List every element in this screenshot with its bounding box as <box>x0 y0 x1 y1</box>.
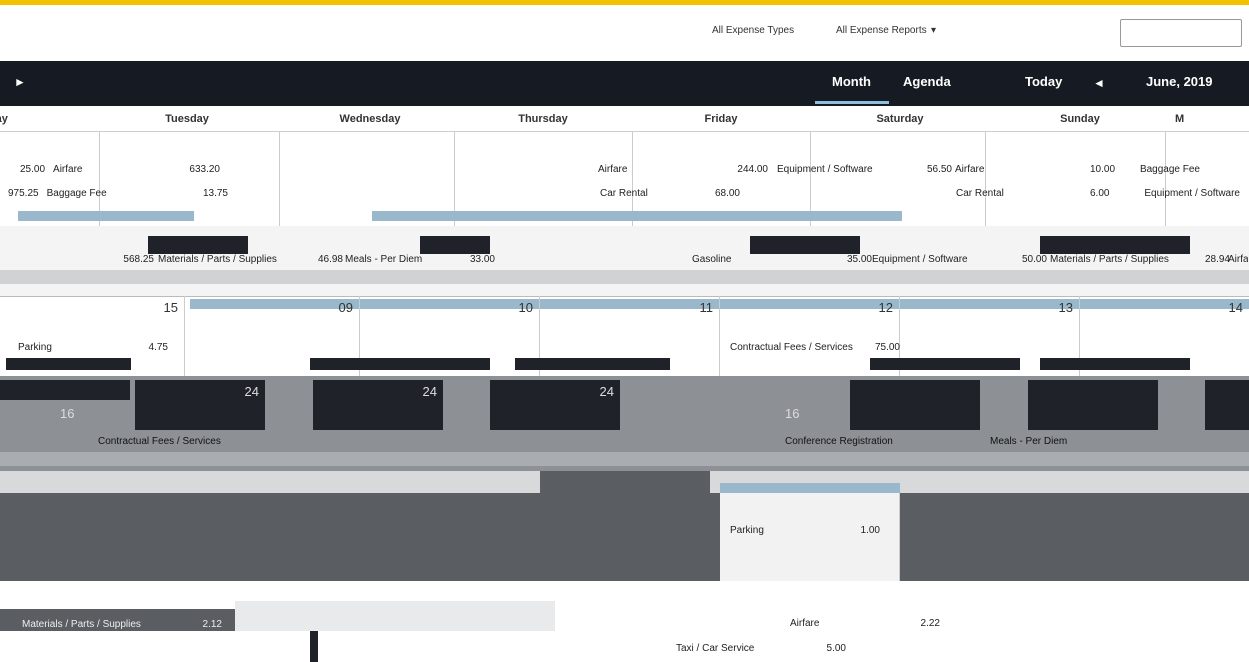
expense-event[interactable]: Parking 1.00 <box>730 525 880 539</box>
agenda-view-button[interactable]: Agenda <box>903 74 951 89</box>
expense-event[interactable]: 975.25 Baggage Fee 13.75 <box>8 188 228 202</box>
event-block[interactable] <box>420 236 490 254</box>
expense-event[interactable]: Materials / Parts / Supplies 46.98 <box>158 254 343 268</box>
expense-event[interactable]: 10.00 Baggage Fee <box>1090 164 1200 178</box>
event-block[interactable] <box>0 471 540 493</box>
event-block[interactable]: 24 <box>135 380 265 430</box>
event-span-bar[interactable] <box>372 211 902 221</box>
calendar-week-row: 568.25 Materials / Parts / Supplies 46.9… <box>0 226 1249 297</box>
chevron-down-icon[interactable]: ▾ <box>931 25 936 36</box>
event-block[interactable] <box>870 358 1020 370</box>
event-overflow-row[interactable] <box>0 270 1249 284</box>
expense-event[interactable]: Taxi / Car Service 5.00 <box>676 643 846 657</box>
event-block[interactable]: 24 <box>313 380 443 430</box>
weekday-label: Friday <box>704 113 738 125</box>
event-overflow-row[interactable] <box>0 452 1249 466</box>
expense-event[interactable]: Car Rental 68.00 <box>600 188 740 202</box>
calendar-day-cell[interactable] <box>986 131 1166 226</box>
expense-event[interactable]: Gasoline 35.00 <box>692 254 872 268</box>
event-span-bar[interactable] <box>18 211 194 221</box>
expense-report-filter[interactable]: All Expense Reports <box>836 25 927 36</box>
current-month-label: June, 2019 <box>1146 74 1213 89</box>
calendar-day-cell[interactable]: Parking 1.00 <box>720 483 900 581</box>
expense-event[interactable]: 25.00 Airfare 633.20 <box>20 164 220 178</box>
expense-event[interactable]: Airfa <box>1228 254 1248 268</box>
expense-event[interactable]: Contractual Fees / Services <box>98 436 298 450</box>
weekday-label: Saturday <box>876 113 924 125</box>
chevron-right-icon[interactable]: ► <box>14 75 26 89</box>
calendar-day-cell[interactable] <box>1166 131 1249 226</box>
event-block[interactable] <box>1205 380 1249 430</box>
event-block[interactable] <box>1040 358 1190 370</box>
calendar-week-row: 25.00 Airfare 633.20 Airfare 244.00 Equi… <box>0 131 1249 227</box>
weekday-label: M <box>1175 113 1185 125</box>
expense-event[interactable]: Materials / Parts / Supplies 28.94 <box>1050 254 1230 268</box>
today-button[interactable]: Today <box>1025 74 1062 89</box>
expense-event[interactable]: Equipment / Software 56.50 <box>777 164 952 178</box>
month-view-button[interactable]: Month <box>832 74 871 89</box>
calendar-week-row: Parking 1.00 <box>0 471 1249 582</box>
event-block[interactable] <box>515 358 670 370</box>
calendar-week-row: 15 09 10 11 12 13 14 Parking 4.75 Contra… <box>0 296 1249 377</box>
calendar-grid: 25.00 Airfare 633.20 Airfare 244.00 Equi… <box>0 131 1249 662</box>
event-block[interactable] <box>148 236 248 254</box>
weekday-label: Tuesday <box>165 113 209 125</box>
expense-event[interactable]: Meals - Per Diem 33.00 <box>345 254 495 268</box>
expense-event[interactable]: Equipment / Software 50.00 <box>872 254 1047 268</box>
expense-event[interactable]: Materials / Parts / Supplies 2.12 <box>22 619 222 633</box>
event-block[interactable] <box>310 358 490 370</box>
event-block[interactable] <box>235 601 555 631</box>
expense-event[interactable]: Contractual Fees / Services 75.00 <box>730 342 900 356</box>
app-header: All Expense Types All Expense Reports ▾ <box>0 5 1249 62</box>
expense-event[interactable]: 6.00 Equipment / Software <box>1090 188 1240 202</box>
expense-event[interactable]: Airfare 2.22 <box>790 618 940 632</box>
calendar-week-row: 24 24 24 16 16 Contractual Fees / Servic… <box>0 376 1249 472</box>
calendar-toolbar: ► Month Agenda Today ◄ June, 2019 <box>0 61 1249 106</box>
day-number: 16 <box>60 406 75 421</box>
event-block[interactable] <box>1040 236 1190 254</box>
weekday-header: nday Tuesday Wednesday Thursday Friday S… <box>0 107 1249 132</box>
event-block[interactable] <box>0 380 130 400</box>
calendar-week-row: Materials / Parts / Supplies 2.12 Airfar… <box>0 581 1249 662</box>
search-input[interactable] <box>1120 19 1242 47</box>
event-span-bar[interactable] <box>720 483 900 493</box>
expense-event[interactable]: Meals - Per Diem <box>990 436 1070 450</box>
day-number: 16 <box>785 406 800 421</box>
event-block[interactable] <box>850 380 980 430</box>
expense-type-filter[interactable]: All Expense Types <box>712 25 794 36</box>
weekday-label: Thursday <box>518 113 568 125</box>
divider <box>310 631 318 662</box>
weekday-label: Sunday <box>1060 113 1100 125</box>
active-view-indicator <box>815 101 889 104</box>
event-block[interactable]: 24 <box>490 380 620 430</box>
expense-event[interactable]: Airfare 244.00 <box>598 164 768 178</box>
event-block[interactable] <box>750 236 860 254</box>
expense-event[interactable]: Airfare <box>955 164 1035 178</box>
expense-event[interactable]: 568.25 <box>4 254 154 268</box>
event-block[interactable] <box>6 358 131 370</box>
expense-event[interactable]: Car Rental <box>956 188 1012 202</box>
weekday-label: nday <box>0 113 8 125</box>
event-block[interactable] <box>1028 380 1158 430</box>
weekday-label: Wednesday <box>339 113 401 125</box>
chevron-left-icon[interactable]: ◄ <box>1093 76 1105 90</box>
expense-event[interactable]: Parking 4.75 <box>18 342 168 356</box>
expense-event[interactable]: Conference Registration <box>785 436 965 450</box>
